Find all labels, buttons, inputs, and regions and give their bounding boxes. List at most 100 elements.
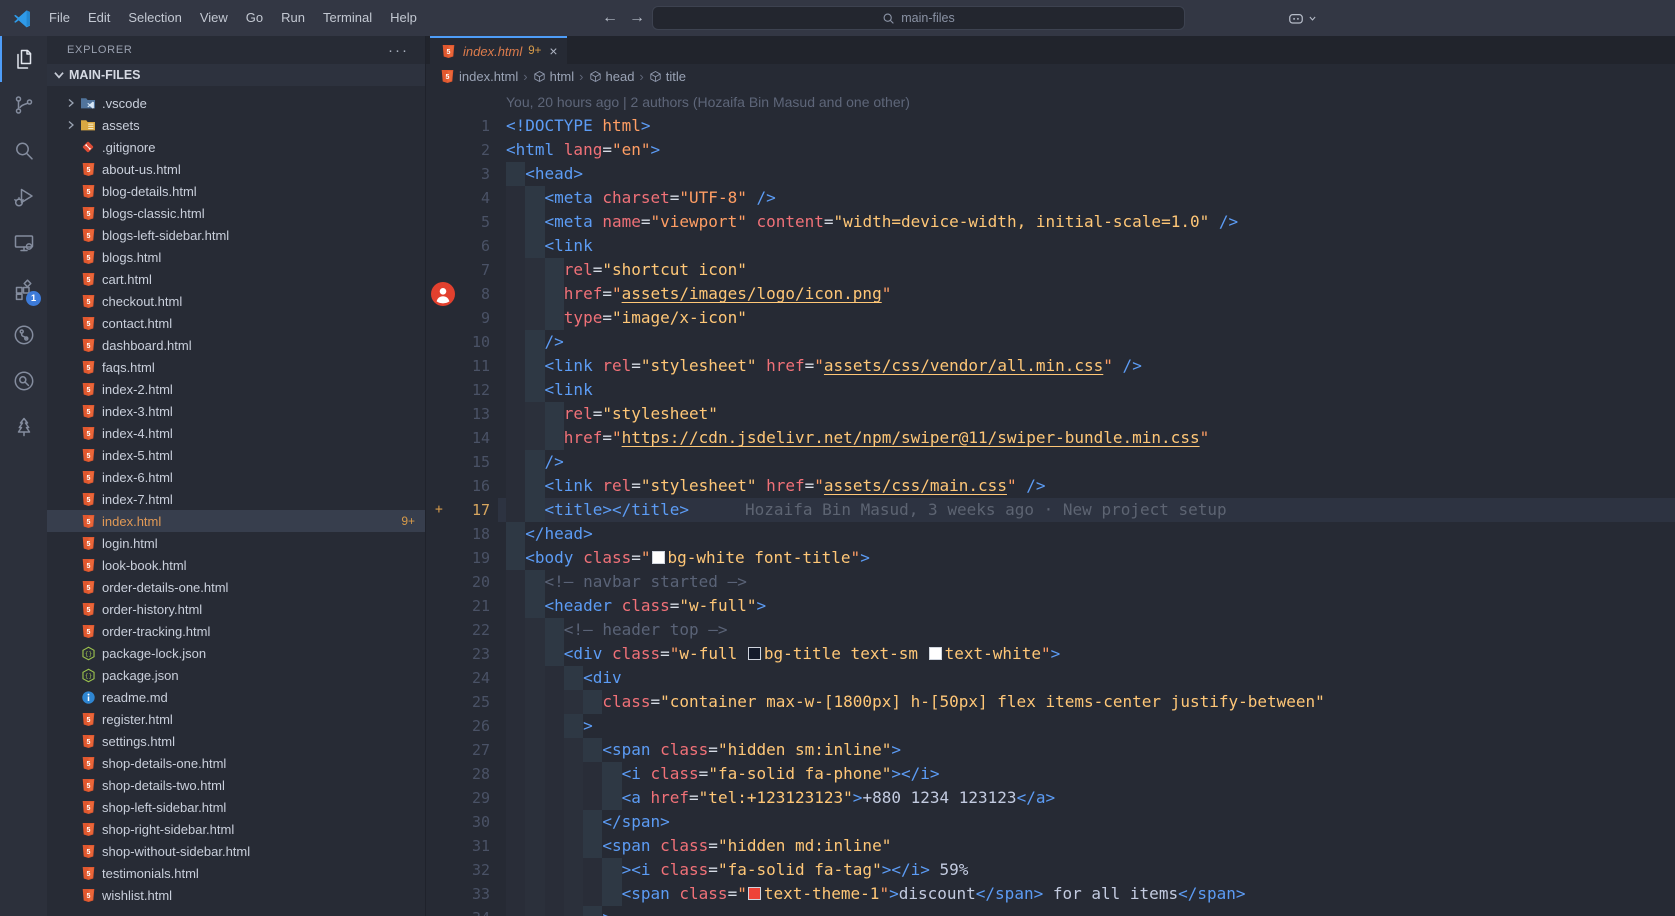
file-row[interactable]: 5blog-details.html: [47, 180, 425, 202]
file-row[interactable]: 5index-4.html: [47, 422, 425, 444]
code-line[interactable]: 7rel="shortcut icon": [426, 258, 1675, 282]
code-line[interactable]: 5<meta name="viewport" content="width=de…: [426, 210, 1675, 234]
code-line[interactable]: 13rel="stylesheet": [426, 402, 1675, 426]
code-line[interactable]: 26>: [426, 714, 1675, 738]
file-row[interactable]: 5index.html9+: [47, 510, 425, 532]
activity-item-extensions[interactable]: 1: [0, 266, 47, 312]
history-forward-button[interactable]: →: [624, 0, 650, 36]
menu-help[interactable]: Help: [381, 0, 426, 36]
file-row[interactable]: 5index-7.html: [47, 488, 425, 510]
file-row[interactable]: 5register.html: [47, 708, 425, 730]
section-header-main-files[interactable]: MAIN-FILES: [47, 64, 425, 86]
file-row[interactable]: 5shop-details-two.html: [47, 774, 425, 796]
activity-item-run-debug[interactable]: [0, 174, 47, 220]
file-row[interactable]: 5order-tracking.html: [47, 620, 425, 642]
file-row[interactable]: 5shop-without-sidebar.html: [47, 840, 425, 862]
file-row[interactable]: .vscode: [47, 92, 425, 114]
code-line[interactable]: 1<!DOCTYPE html>: [426, 114, 1675, 138]
menu-go[interactable]: Go: [237, 0, 272, 36]
code-line[interactable]: 28<i class="fa-solid fa-phone"></i>: [426, 762, 1675, 786]
activity-item-gitlens[interactable]: [0, 312, 47, 358]
breadcrumb-item-title[interactable]: title: [649, 69, 686, 84]
file-row[interactable]: 5testimonials.html: [47, 862, 425, 884]
file-row[interactable]: 5contact.html: [47, 312, 425, 334]
file-row[interactable]: 5blogs.html: [47, 246, 425, 268]
code-line[interactable]: 27<span class="hidden sm:inline">: [426, 738, 1675, 762]
code-line[interactable]: 14href="https://cdn.jsdelivr.net/npm/swi…: [426, 426, 1675, 450]
codelens-authors[interactable]: You, 20 hours ago | 2 authors (Hozaifa B…: [506, 90, 910, 114]
file-row[interactable]: 5order-details-one.html: [47, 576, 425, 598]
breadcrumb-item-index-html[interactable]: 5index.html: [440, 69, 518, 84]
code-line[interactable]: 16<link rel="stylesheet" href="assets/cs…: [426, 474, 1675, 498]
command-center-search[interactable]: main-files: [652, 6, 1185, 30]
file-row[interactable]: readme.md: [47, 686, 425, 708]
close-icon[interactable]: ×: [549, 43, 557, 59]
file-row[interactable]: 5settings.html: [47, 730, 425, 752]
file-row[interactable]: {}package.json: [47, 664, 425, 686]
history-back-button[interactable]: ←: [597, 0, 623, 36]
code-line[interactable]: 33<span class="text-theme-1">discount</s…: [426, 882, 1675, 906]
code-line[interactable]: 30</span>: [426, 810, 1675, 834]
file-row[interactable]: 5look-book.html: [47, 554, 425, 576]
breadcrumb-item-html[interactable]: html: [533, 69, 575, 84]
menu-selection[interactable]: Selection: [119, 0, 190, 36]
code-line[interactable]: 12<link: [426, 378, 1675, 402]
menu-terminal[interactable]: Terminal: [314, 0, 381, 36]
code-line[interactable]: 15/>: [426, 450, 1675, 474]
code-line[interactable]: 3<head>: [426, 162, 1675, 186]
code-line[interactable]: 8href="assets/images/logo/icon.png": [426, 282, 1675, 306]
activity-item-explorer[interactable]: [0, 36, 47, 82]
code-line[interactable]: 6<link: [426, 234, 1675, 258]
more-actions-button[interactable]: ···: [388, 42, 409, 59]
file-row[interactable]: 5shop-left-sidebar.html: [47, 796, 425, 818]
file-row[interactable]: 5index-2.html: [47, 378, 425, 400]
activity-item-remote-explorer[interactable]: [0, 220, 47, 266]
file-row[interactable]: 5wishlist.html: [47, 884, 425, 906]
code-line[interactable]: 17<title></title>Hozaifa Bin Masud, 3 we…: [426, 498, 1675, 522]
menu-view[interactable]: View: [191, 0, 237, 36]
file-row[interactable]: 5faqs.html: [47, 356, 425, 378]
code-line[interactable]: 32><i class="fa-solid fa-tag"></i> 59%: [426, 858, 1675, 882]
code-line[interactable]: 18</head>: [426, 522, 1675, 546]
breadcrumb-item-head[interactable]: head: [589, 69, 635, 84]
file-row[interactable]: {}package-lock.json: [47, 642, 425, 664]
code-line[interactable]: 10/>: [426, 330, 1675, 354]
file-row[interactable]: 5checkout.html: [47, 290, 425, 312]
code-line[interactable]: 4<meta charset="UTF-8" />: [426, 186, 1675, 210]
file-row[interactable]: 5index-3.html: [47, 400, 425, 422]
menu-file[interactable]: File: [40, 0, 79, 36]
file-row[interactable]: 5blogs-left-sidebar.html: [47, 224, 425, 246]
activity-item-todo-tree[interactable]: [0, 404, 47, 450]
code-line[interactable]: 23<div class="w-full bg-title text-sm te…: [426, 642, 1675, 666]
file-row[interactable]: 5blogs-classic.html: [47, 202, 425, 224]
code-line[interactable]: 24<div: [426, 666, 1675, 690]
file-row[interactable]: 5shop-right-sidebar.html: [47, 818, 425, 840]
file-row[interactable]: assets: [47, 114, 425, 136]
file-row[interactable]: 5cart.html: [47, 268, 425, 290]
file-row[interactable]: 5about-us.html: [47, 158, 425, 180]
menu-run[interactable]: Run: [272, 0, 314, 36]
code-line[interactable]: 21<header class="w-full">: [426, 594, 1675, 618]
code-line[interactable]: 19<body class="bg-white font-title">: [426, 546, 1675, 570]
code-line[interactable]: 20<!— navbar started —>: [426, 570, 1675, 594]
code-line[interactable]: 31<span class="hidden md:inline": [426, 834, 1675, 858]
code-line[interactable]: 11<link rel="stylesheet" href="assets/cs…: [426, 354, 1675, 378]
code-area[interactable]: You, 20 hours ago | 2 authors (Hozaifa B…: [426, 88, 1675, 916]
file-row[interactable]: 5index-5.html: [47, 444, 425, 466]
activity-item-search[interactable]: [0, 128, 47, 174]
file-row[interactable]: 5dashboard.html: [47, 334, 425, 356]
activity-item-gitlens-inspect[interactable]: [0, 358, 47, 404]
code-line[interactable]: 25class="container max-w-[1800px] h-[50p…: [426, 690, 1675, 714]
code-line[interactable]: 29<a href="tel:+123123123">+880 1234 123…: [426, 786, 1675, 810]
activity-item-source-control[interactable]: [0, 82, 47, 128]
file-row[interactable]: 5login.html: [47, 532, 425, 554]
code-line[interactable]: 34>: [426, 906, 1675, 916]
code-line[interactable]: 22<!— header top —>: [426, 618, 1675, 642]
file-row[interactable]: .gitignore: [47, 136, 425, 158]
menu-edit[interactable]: Edit: [79, 0, 119, 36]
copilot-icon[interactable]: [1286, 0, 1317, 36]
file-row[interactable]: 5shop-details-one.html: [47, 752, 425, 774]
file-row[interactable]: 5index-6.html: [47, 466, 425, 488]
file-row[interactable]: 5order-history.html: [47, 598, 425, 620]
tab-index-html[interactable]: 5 index.html 9+ ×: [430, 36, 567, 64]
